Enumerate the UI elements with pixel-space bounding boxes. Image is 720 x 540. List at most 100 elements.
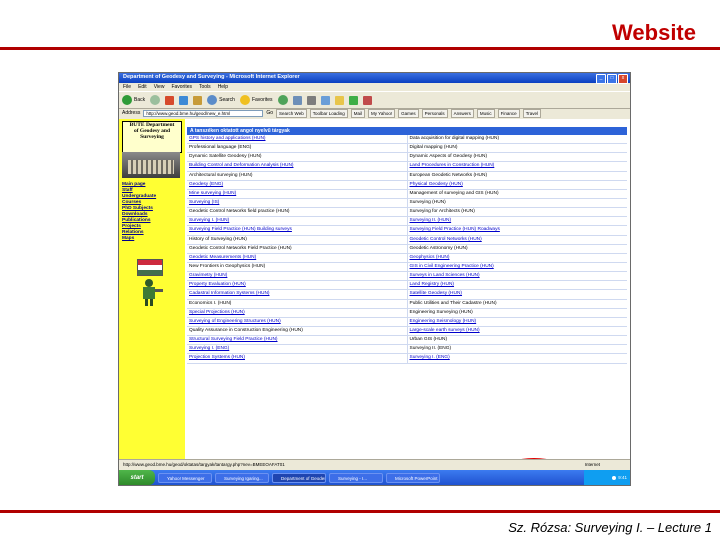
back-button[interactable]: Back [122, 95, 145, 105]
slide-title: Website [612, 20, 696, 45]
toolbar-link-music[interactable]: Music [476, 108, 495, 118]
course-name: Data acquisition for digital mapping (HU… [406, 135, 628, 144]
favorites-label: Favorites [251, 97, 273, 103]
menu-favorites[interactable]: Favorites [171, 84, 192, 90]
table-row: Structural Surveying Field Practice (HUN… [187, 336, 627, 346]
folder-icon[interactable] [334, 95, 344, 105]
flag-stripe-green [138, 270, 162, 275]
taskbar-item-surveying-i[interactable]: Surveying - I... [329, 472, 383, 483]
table-row: Economics I. (HUN) Public Utilities and T… [187, 299, 627, 309]
table-row: Surveying I. (ENG) Surveying II. (ENG) [187, 345, 628, 355]
course-link[interactable]: Engineering Seismology (HUN) [406, 317, 628, 326]
hungarian-flag-icon[interactable] [137, 259, 163, 276]
toolbar-link-mail[interactable]: Mail [350, 108, 365, 118]
course-link[interactable]: Physical Geodesy (HUN) [406, 180, 628, 189]
course-link[interactable]: Gravimetry (HUN) [187, 272, 407, 280]
address-input[interactable] [143, 109, 264, 117]
course-link[interactable]: Surveying I. (ENG) [406, 354, 628, 363]
table-row: Surveying (IS) Surveying (HUN) [187, 198, 628, 209]
mail-icon[interactable] [292, 95, 302, 105]
sidebar: BUTE Department of Geodesy and Surveying… [119, 119, 185, 459]
course-link[interactable]: Surveying II. (HUN) [406, 217, 628, 226]
toolbar-link-search-web[interactable]: Search Web [276, 108, 307, 118]
taskbar-item-department[interactable]: Department of Geodes... [272, 472, 326, 483]
menu-help[interactable]: Help [218, 84, 228, 90]
toolbar-link-my-yahoo[interactable]: My Yahoo! [368, 108, 396, 118]
course-link[interactable]: GPS history and applications (HUN) [187, 135, 407, 143]
course-link[interactable]: Special Projections (HUN) [187, 309, 407, 317]
history-icon[interactable] [277, 95, 288, 105]
course-name: Geodetic Control Networks field practice… [189, 209, 290, 215]
status-url: http://www.geod.bme.hu/geod/oktatas/targ… [123, 462, 285, 467]
menu-file[interactable]: File [123, 84, 131, 90]
dept-line-3: Surveying [140, 134, 164, 140]
course-link[interactable]: GIS in Civil Engineering Practice (HUN) [406, 262, 628, 272]
browser-toolbar: Back Search Favorites [119, 91, 630, 109]
table-row: GPS history and applications (HUN) Data a… [187, 135, 628, 145]
menu-edit[interactable]: Edit [138, 84, 147, 90]
course-link[interactable]: Geodesy (ENG) [187, 181, 407, 189]
table-body: GPS history and applications (HUN) Data a… [187, 135, 627, 364]
course-link[interactable]: Surveying I. (ENG) [187, 345, 407, 353]
course-link[interactable]: Cadastral Information Systems (HUN) [187, 290, 407, 298]
course-link[interactable]: Geophysics (HUN) [406, 253, 628, 262]
table-row: Surveying of Engineering Structures (HUN… [187, 317, 628, 327]
toolbar-link-travel[interactable]: Travel [522, 108, 542, 118]
go-button[interactable]: Go [266, 110, 273, 116]
course-link[interactable]: Land Registry (HUN) [406, 281, 628, 290]
course-link[interactable]: Large-scale earth surveys (HUN) [406, 326, 628, 336]
window-titlebar: Department of Geodesy and Surveying - Mi… [119, 73, 630, 84]
star-icon [239, 95, 250, 105]
course-link[interactable]: Building Control and Deformation Analysi… [187, 162, 407, 170]
course-table: A tanszéken oktatott angol nyelvű tárgya… [187, 127, 627, 364]
forward-arrow-icon[interactable] [150, 95, 161, 105]
refresh-icon[interactable] [179, 95, 189, 105]
toolbar-link-finance[interactable]: Finance [497, 108, 520, 118]
table-row: Dynamic Satellite Geodesy (HUN) Dynamic A… [187, 153, 627, 163]
course-link[interactable]: Surveying of Engineering Structures (HUN… [187, 318, 407, 326]
course-link[interactable]: Satellite Geodesy (HUN) [406, 290, 628, 299]
toolbar-link-answers[interactable]: Answers [450, 108, 474, 118]
search-button[interactable]: Search [207, 95, 235, 105]
sidebar-item-maps[interactable]: Maps [122, 236, 156, 242]
toolbar-link-games[interactable]: Games [398, 108, 419, 118]
table-row: Projection Systems (HUN) Surveying I. (EN… [187, 354, 628, 364]
course-link[interactable]: Land Procedures in Construction (HUN) [406, 162, 628, 171]
page-content: BUTE Department of Geodesy and Surveying… [119, 119, 630, 482]
menu-view[interactable]: View [154, 84, 165, 90]
print-icon[interactable] [306, 95, 316, 105]
course-link[interactable]: Surveying Field Practice (HUN) Building … [187, 226, 407, 234]
menu-tools[interactable]: Tools [199, 84, 211, 90]
tray-icon[interactable] [612, 475, 617, 480]
address-label: Address [122, 110, 141, 116]
toolbar-link-personals[interactable]: Personals [421, 108, 448, 118]
taskbar-item-surveying[interactable]: Surveying Igaring... [215, 472, 269, 483]
course-name: Geodetic Astronomy (HUN) [406, 244, 628, 253]
course-link[interactable]: Surveying Field Practice (HUN) Roadways [406, 226, 628, 235]
taskbar: start Yahoo! Messenger Surveying Igaring… [119, 470, 630, 485]
table-row: Architectural surveying (HUN) European Ge… [187, 171, 627, 181]
course-link[interactable]: Structural Surveying Field Practice (HUN… [187, 336, 407, 344]
course-name: Management of surveying and GIS (HUN) [406, 189, 628, 198]
toolbar-link-loading[interactable]: Toolbar Loading [309, 108, 348, 118]
table-row: Geodesy (ENG) Physical Geodesy (HUN) [187, 180, 628, 190]
course-link[interactable]: Surveying I. (HUN) [187, 217, 407, 225]
course-link[interactable]: Geodetic Measurements (HUN) [187, 254, 407, 262]
messenger-icon[interactable] [348, 95, 358, 105]
course-link[interactable]: Mine surveying (HUN) [187, 190, 407, 198]
edit-icon[interactable] [320, 95, 330, 105]
taskbar-item-powerpoint[interactable]: Microsoft PowerPoint [386, 472, 440, 483]
course-link[interactable]: Surveying (IS) [187, 199, 407, 207]
taskbar-item-messenger[interactable]: Yahoo! Messenger [158, 472, 212, 483]
course-name: Surveying (HUN) [406, 198, 628, 208]
favorites-button[interactable]: Favorites [239, 95, 273, 105]
start-button[interactable]: start [119, 470, 155, 485]
course-link[interactable]: Property Evaluation (HUN) [187, 281, 407, 289]
research-icon[interactable] [362, 95, 372, 105]
course-link[interactable]: Geodetic Control Networks (HUN) [406, 235, 628, 244]
home-icon[interactable] [193, 95, 203, 105]
stop-icon[interactable] [165, 95, 175, 105]
course-name: Surveying II. (ENG) [406, 345, 628, 354]
course-link[interactable]: Surveys in Land Sciences (HUN) [406, 272, 628, 281]
course-link[interactable]: Projection Systems (HUN) [187, 354, 407, 362]
